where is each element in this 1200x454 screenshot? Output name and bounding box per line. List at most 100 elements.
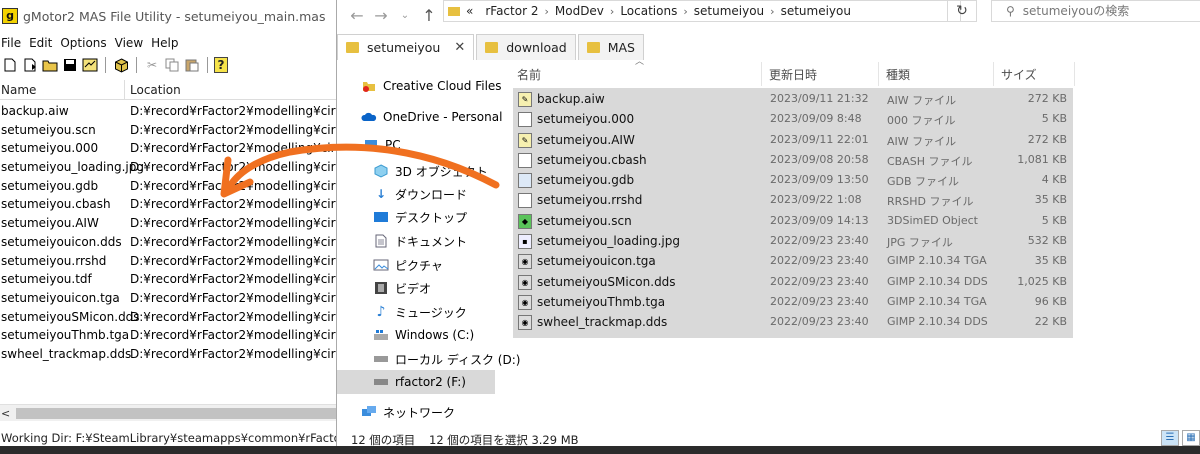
nav-item-desktop[interactable]: デスクトップ [373, 207, 467, 227]
nav-item-onedrive[interactable]: OneDrive - Personal [361, 107, 502, 127]
file-icon: ◉ [518, 254, 532, 270]
table-row[interactable]: setumeiyou.rrshd D:¥record¥rFactor2¥model… [0, 252, 336, 271]
nav-item-rfactor2-f[interactable]: rfactor2 (F:) [373, 372, 466, 392]
table-row[interactable]: setumeiyou.cbash 2023/09/08 20:58 CBASH ファ… [513, 150, 1073, 170]
folder-icon [448, 6, 460, 16]
column-modified[interactable]: 更新日時 [769, 66, 817, 83]
file-location: D:¥record¥rFactor2¥modelling¥circuit¥se [130, 160, 336, 175]
column-divider[interactable] [1074, 62, 1075, 86]
refresh-icon[interactable]: ↻ [947, 0, 977, 22]
nav-item-network[interactable]: ネットワーク [361, 402, 455, 422]
column-name[interactable]: 名前 [517, 66, 541, 83]
help-icon[interactable]: ? [214, 57, 228, 73]
column-size[interactable]: サイズ [1001, 66, 1037, 83]
scrollbar-thumb[interactable] [16, 408, 336, 419]
tab-setumeiyou[interactable]: setumeiyou ✕ [337, 34, 475, 60]
nav-item-windows-c[interactable]: Windows (C:) [373, 325, 474, 345]
column-divider[interactable] [761, 62, 762, 86]
package-icon[interactable] [112, 56, 130, 74]
nav-item-videos[interactable]: ビデオ [373, 278, 431, 298]
column-name[interactable]: Name [1, 83, 36, 97]
nav-item-3d-objects[interactable]: 3D オブジェクト [373, 161, 488, 181]
search-box[interactable]: ⚲ [991, 0, 1200, 22]
column-divider[interactable] [993, 62, 994, 86]
scroll-left-icon[interactable]: < [1, 407, 10, 420]
table-row[interactable]: swheel_trackmap.dds D:¥record¥rFactor2¥mo… [0, 345, 336, 364]
table-row[interactable]: setumeiyou.tdf D:¥record¥rFactor2¥modelli… [0, 270, 336, 289]
column-divider[interactable] [124, 80, 125, 100]
table-row[interactable]: setumeiyou_loading.jpg D:¥record¥rFactor2… [0, 158, 336, 177]
breadcrumb-locations[interactable]: Locations [620, 4, 677, 18]
table-row[interactable]: setumeiyouThmb.tga D:¥record¥rFactor2¥mod… [0, 326, 336, 345]
table-row[interactable]: setumeiyou.gdb D:¥record¥rFactor2¥modelli… [0, 177, 336, 196]
column-type[interactable]: 種類 [886, 66, 910, 83]
table-row[interactable]: setumeiyouicon.dds D:¥record¥rFactor2¥mod… [0, 233, 336, 252]
table-row[interactable]: setumeiyou.rrshd 2023/09/22 1:08 RRSHD ファイ… [513, 190, 1073, 210]
table-row[interactable]: setumeiyou.000 D:¥record¥rFactor2¥modelli… [0, 139, 336, 158]
export-icon[interactable] [81, 56, 99, 74]
nav-item-music[interactable]: ♪ ミュージック [373, 302, 467, 322]
details-view-icon[interactable]: ☰ [1161, 430, 1179, 446]
breadcrumb-overflow[interactable]: « [466, 4, 473, 18]
breadcrumb-separator-icon[interactable]: › [683, 5, 687, 18]
nav-item-downloads[interactable]: ↓ ダウンロード [373, 184, 467, 204]
table-row[interactable]: setumeiyouicon.tga D:¥record¥rFactor2¥mod… [0, 289, 336, 308]
nav-item-pictures[interactable]: ピクチャ [373, 255, 443, 275]
nav-item-documents[interactable]: ドキュメント [373, 231, 467, 251]
file-name: backup.aiw [1, 104, 69, 118]
save-icon[interactable] [61, 56, 79, 74]
new-file-icon[interactable] [1, 56, 19, 74]
breadcrumb-separator-icon[interactable]: › [544, 5, 548, 18]
new-mas-icon[interactable] [21, 56, 39, 74]
large-icons-view-icon[interactable]: ▦ [1182, 430, 1200, 446]
menu-edit[interactable]: Edit [29, 34, 60, 52]
table-row[interactable]: ◉ setumeiyouSMicon.dds 2022/09/23 23:40 GIM… [513, 272, 1073, 292]
table-row[interactable]: ◉ setumeiyouicon.tga 2022/09/23 23:40 GIMP … [513, 251, 1073, 271]
open-folder-icon[interactable] [41, 56, 59, 74]
menu-file[interactable]: File [0, 34, 29, 52]
table-row[interactable]: ◉ setumeiyouThmb.tga 2022/09/23 23:40 GIMP … [513, 292, 1073, 312]
back-arrow-icon[interactable]: ← [345, 6, 369, 25]
copy-icon[interactable] [163, 56, 181, 74]
breadcrumb-rfactor2[interactable]: rFactor 2 [485, 4, 538, 18]
table-row[interactable]: setumeiyou.cbash D:¥record¥rFactor2¥model… [0, 195, 336, 214]
breadcrumb-setumeiyou-current[interactable]: setumeiyou [781, 4, 851, 18]
breadcrumb-moddev[interactable]: ModDev [555, 4, 604, 18]
file-location: D:¥record¥rFactor2¥modelling¥circuit¥se [130, 290, 336, 305]
tab-download[interactable]: download [476, 34, 576, 60]
cut-icon[interactable]: ✂ [143, 56, 161, 74]
breadcrumb-separator-icon[interactable]: › [610, 5, 614, 18]
table-row[interactable]: setumeiyouSMicon.dds D:¥record¥rFactor2¥m… [0, 308, 336, 327]
file-modified-date: 2023/09/09 13:50 [770, 173, 869, 187]
column-location[interactable]: Location [130, 83, 181, 97]
forward-arrow-icon[interactable]: → [369, 6, 393, 25]
file-size: 5 KB [1041, 112, 1067, 126]
breadcrumb-setumeiyou[interactable]: setumeiyou [694, 4, 764, 18]
nav-item-local-disk-d[interactable]: ローカル ディスク (D:) [373, 349, 520, 369]
address-bar[interactable]: « rFactor 2 › ModDev › Locations › setum… [443, 0, 961, 22]
table-row[interactable]: ◉ swheel_trackmap.dds 2022/09/23 23:40 GIMP… [513, 312, 1073, 332]
horizontal-scrollbar[interactable]: < [0, 404, 336, 421]
menu-options[interactable]: Options [60, 34, 114, 52]
table-row[interactable]: ▪ setumeiyou_loading.jpg 2022/09/23 23:40 J… [513, 231, 1073, 251]
table-row[interactable]: backup.aiw D:¥record¥rFactor2¥modelling¥c… [0, 102, 336, 121]
search-input[interactable] [1022, 4, 1183, 18]
table-row[interactable]: setumeiyou.gdb 2023/09/09 13:50 GDB ファイル 4 … [513, 170, 1073, 190]
up-arrow-icon[interactable]: ↑ [417, 6, 441, 25]
column-divider[interactable] [878, 62, 879, 86]
paste-icon[interactable] [183, 56, 201, 74]
table-row[interactable]: setumeiyou.AIW D:¥record¥rFactor2¥modelli… [0, 214, 336, 233]
close-tab-icon[interactable]: ✕ [454, 40, 465, 55]
history-chevron-icon[interactable]: ⌄ [393, 10, 417, 21]
breadcrumb-separator-icon[interactable]: › [770, 5, 774, 18]
table-row[interactable]: ◆ setumeiyou.scn 2023/09/09 14:13 3DSimED O… [513, 211, 1073, 231]
nav-item-creative-cloud[interactable]: Creative Cloud Files [361, 76, 502, 96]
table-row[interactable]: setumeiyou.000 2023/09/09 8:48 000 ファイル 5 K… [513, 109, 1073, 129]
menu-help[interactable]: Help [151, 34, 186, 52]
table-row[interactable]: setumeiyou.scn D:¥record¥rFactor2¥modelli… [0, 121, 336, 140]
menu-view[interactable]: View [115, 34, 151, 52]
table-row[interactable]: ✎ backup.aiw 2023/09/11 21:32 AIW ファイル 272 K… [513, 89, 1073, 109]
table-row[interactable]: ✎ setumeiyou.AIW 2023/09/11 22:01 AIW ファイル 2… [513, 130, 1073, 150]
file-name: setumeiyou.rrshd [1, 253, 107, 268]
nav-item-pc[interactable]: PC [363, 138, 401, 152]
